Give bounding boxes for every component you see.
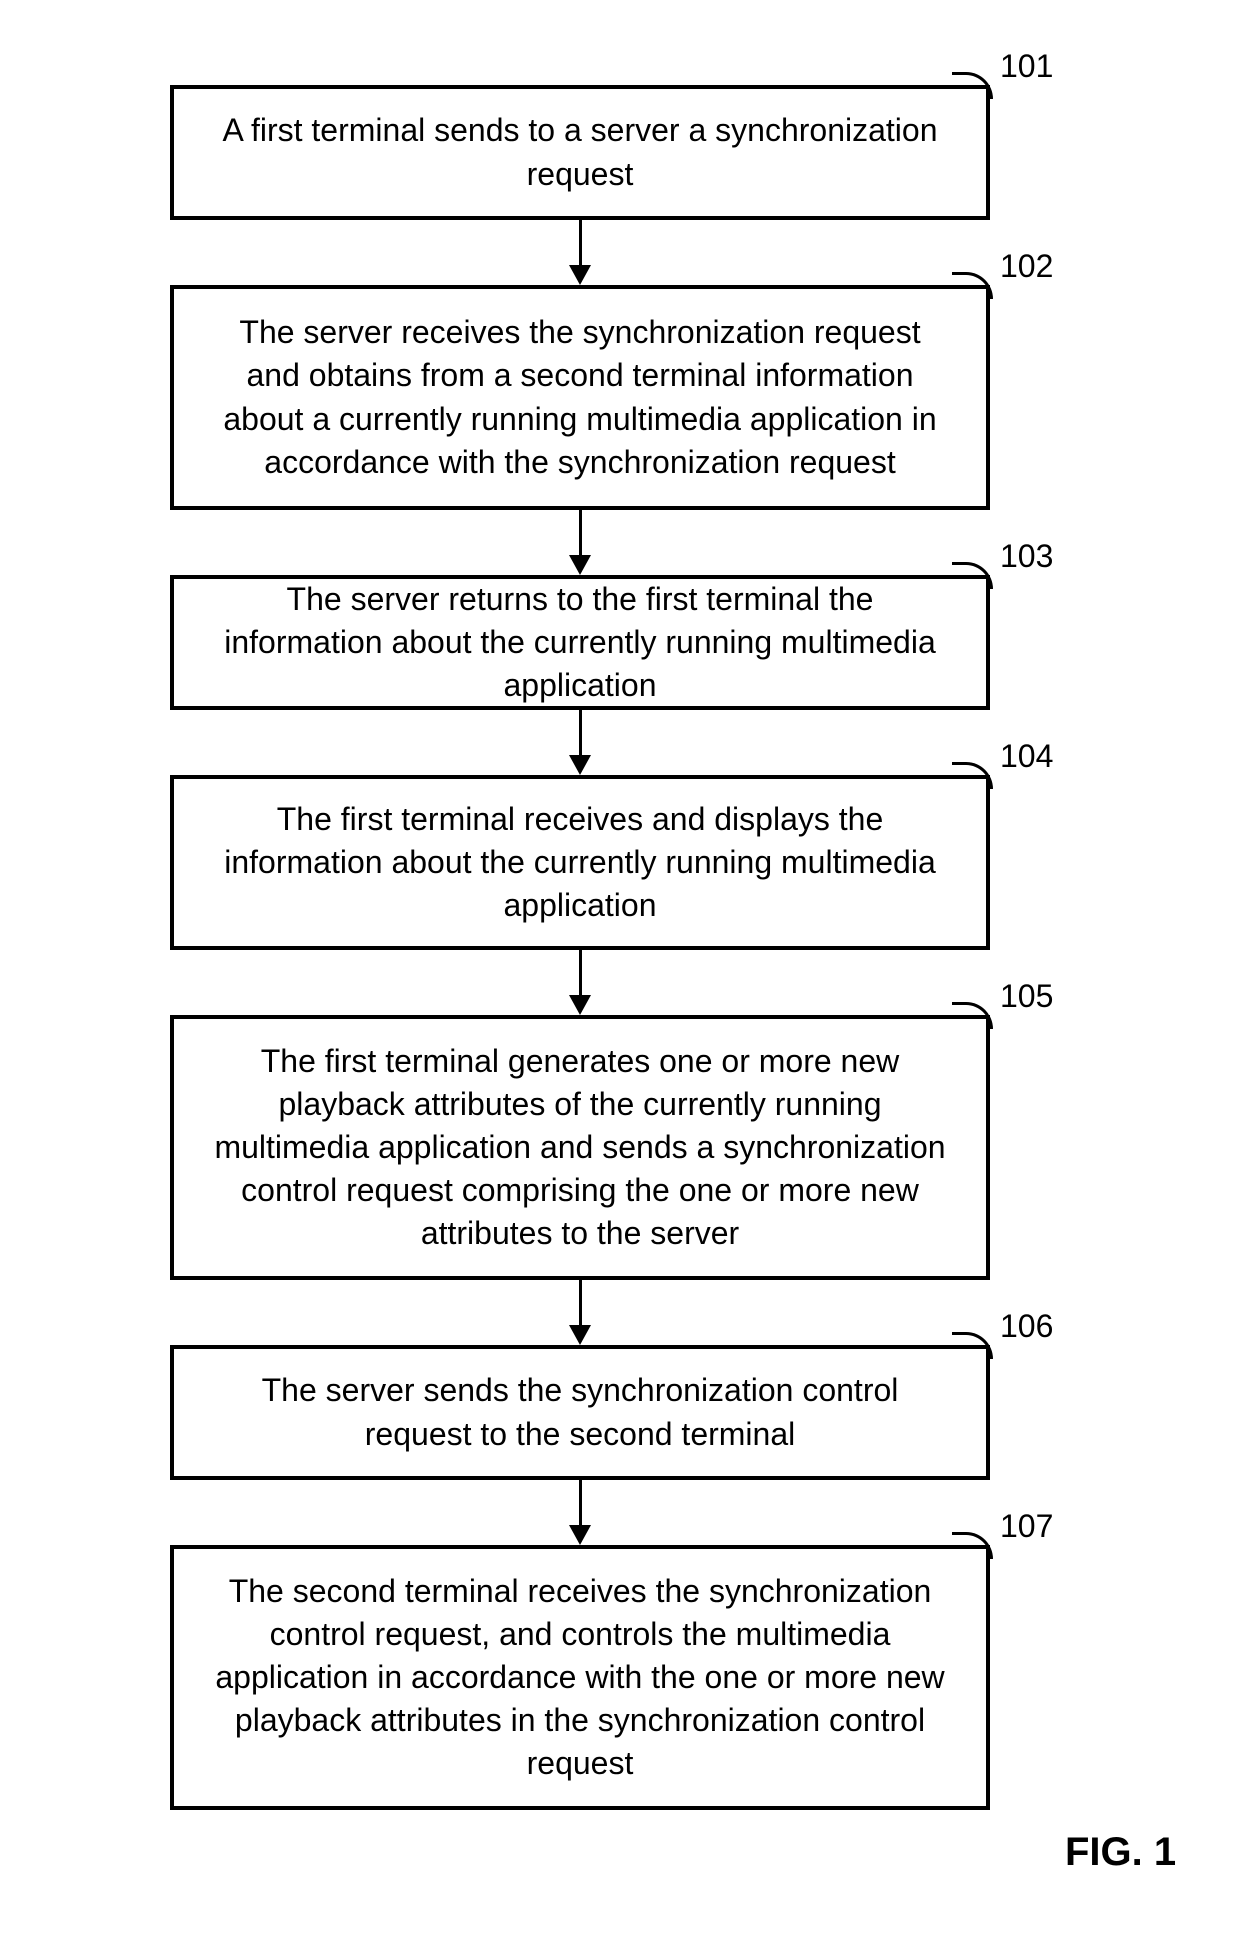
step-102-label: 102: [1000, 248, 1053, 285]
step-104-leader: [952, 762, 993, 789]
step-103-text: The server returns to the first terminal…: [214, 578, 946, 708]
step-105-box: The first terminal generates one or more…: [170, 1015, 990, 1280]
step-106-box: The server sends the synchronization con…: [170, 1345, 990, 1480]
step-104-box: The first terminal receives and displays…: [170, 775, 990, 950]
step-101-text: A first terminal sends to a server a syn…: [214, 109, 946, 195]
step-104-text: The first terminal receives and displays…: [214, 798, 946, 928]
step-107-box: The second terminal receives the synchro…: [170, 1545, 990, 1810]
step-105-leader: [952, 1002, 993, 1029]
step-107-leader: [952, 1532, 993, 1559]
step-101-leader: [952, 72, 993, 99]
step-107-label: 107: [1000, 1508, 1053, 1545]
step-106-text: The server sends the synchronization con…: [214, 1369, 946, 1455]
step-105-label: 105: [1000, 978, 1053, 1015]
step-107-text: The second terminal receives the synchro…: [214, 1570, 946, 1786]
step-105-text: The first terminal generates one or more…: [214, 1040, 946, 1256]
step-104-label: 104: [1000, 738, 1053, 775]
step-101-box: A first terminal sends to a server a syn…: [170, 85, 990, 220]
flowchart-canvas: A first terminal sends to a server a syn…: [0, 0, 1240, 1953]
step-102-text: The server receives the synchronization …: [214, 311, 946, 484]
step-103-box: The server returns to the first terminal…: [170, 575, 990, 710]
step-103-label: 103: [1000, 538, 1053, 575]
step-101-label: 101: [1000, 48, 1053, 85]
step-103-leader: [952, 562, 993, 589]
step-106-label: 106: [1000, 1308, 1053, 1345]
step-102-box: The server receives the synchronization …: [170, 285, 990, 510]
step-102-leader: [952, 272, 993, 299]
step-106-leader: [952, 1332, 993, 1359]
figure-label: FIG. 1: [1065, 1830, 1176, 1875]
